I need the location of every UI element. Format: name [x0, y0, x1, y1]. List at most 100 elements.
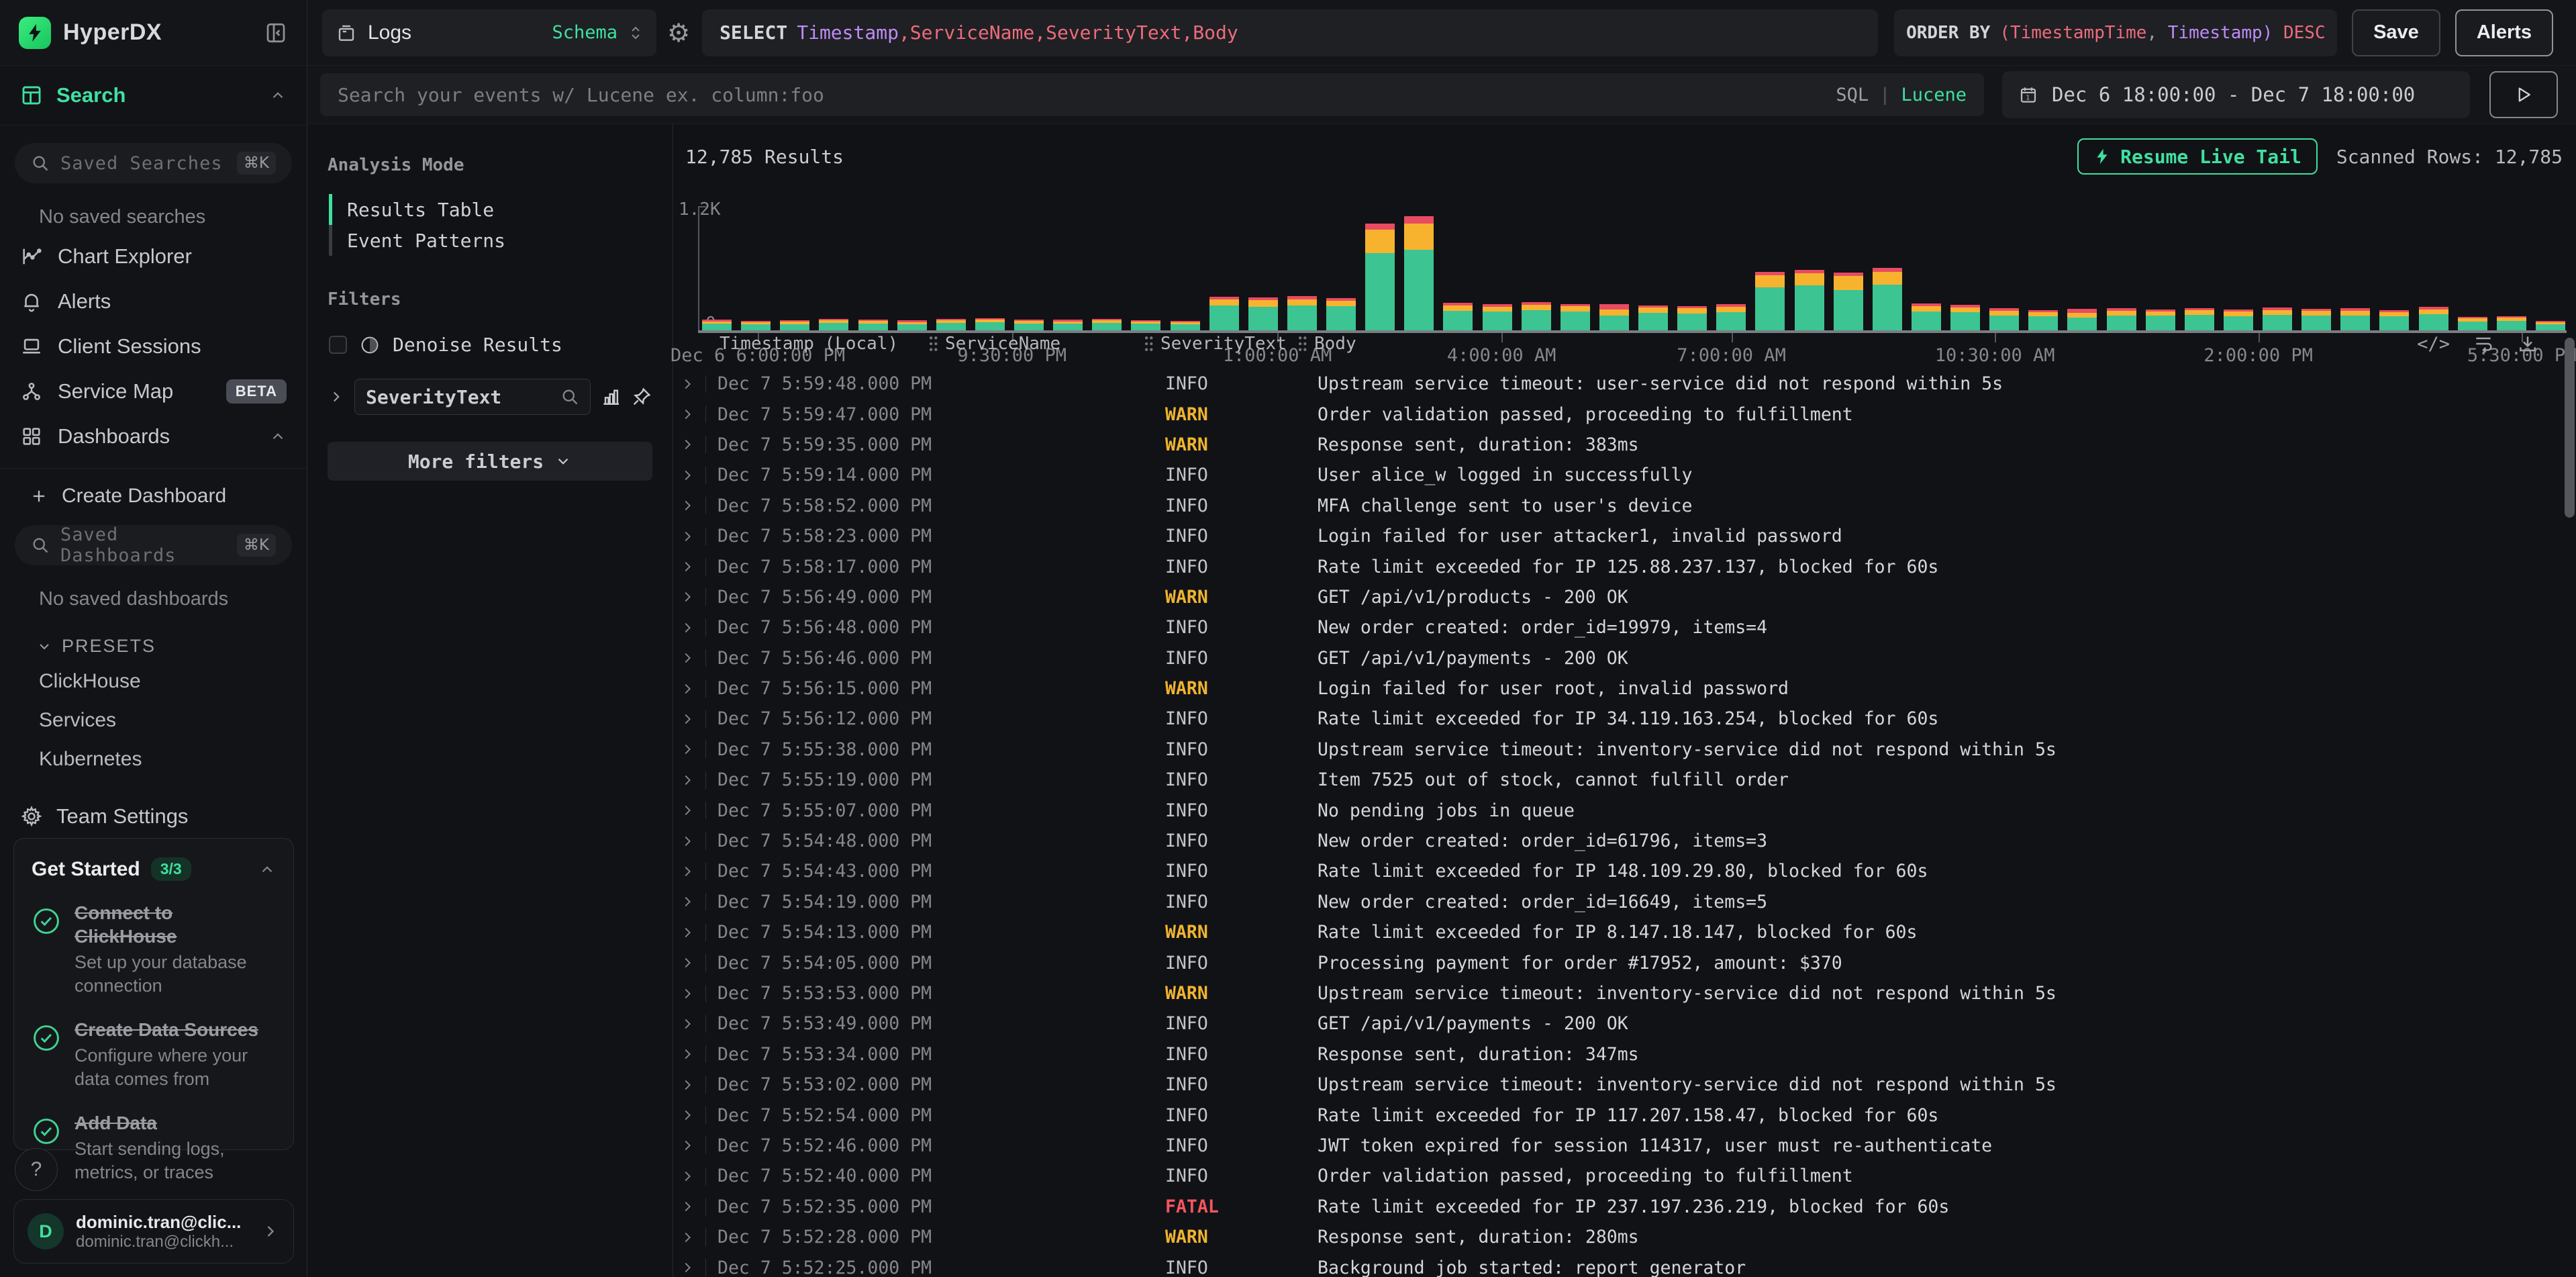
source-selector[interactable]: Logs Schema — [322, 9, 656, 56]
expand-row-icon[interactable] — [680, 377, 695, 391]
more-filters-button[interactable]: More filters — [328, 442, 652, 481]
histogram-bar[interactable] — [1365, 224, 1395, 330]
column-header-servicename[interactable]: ServiceName — [928, 334, 1143, 354]
expand-row-icon[interactable] — [680, 925, 695, 940]
table-row[interactable]: Dec 7 5:59:48.000 PMINFOUpstream service… — [673, 369, 2576, 399]
expand-row-icon[interactable] — [680, 834, 695, 849]
source-settings-gear-icon[interactable]: ⚙ — [667, 18, 690, 48]
expand-row-icon[interactable] — [680, 498, 695, 513]
expand-row-icon[interactable] — [680, 1016, 695, 1031]
expand-row-icon[interactable] — [680, 955, 695, 970]
expand-row-icon[interactable] — [680, 742, 695, 757]
expand-row-icon[interactable] — [680, 681, 695, 696]
table-row[interactable]: Dec 7 5:55:38.000 PMINFOUpstream service… — [673, 735, 2576, 765]
sidebar-item-client-sessions[interactable]: Client Sessions — [0, 324, 307, 369]
mode-results-table[interactable]: Results Table — [329, 194, 652, 225]
chevron-up-icon[interactable] — [269, 87, 287, 104]
preset-dashboard-clickhouse[interactable]: ClickHouse — [0, 657, 307, 696]
expand-row-icon[interactable] — [680, 589, 695, 604]
column-header-timestamp[interactable]: Timestamp (Local) — [717, 334, 928, 354]
sidebar-item-dashboards[interactable]: Dashboards — [0, 414, 307, 459]
histogram-bar[interactable] — [1795, 270, 1824, 330]
expand-row-icon[interactable] — [680, 1078, 695, 1092]
denoise-checkbox[interactable] — [329, 336, 347, 354]
user-menu[interactable]: D dominic.tran@clic... dominic.tran@clic… — [13, 1199, 294, 1264]
sidebar-item-service-map[interactable]: Service Map BETA — [0, 369, 307, 414]
preset-dashboard-services[interactable]: Services — [0, 696, 307, 735]
date-range-picker[interactable]: 1 Dec 6 18:00:00 - Dec 7 18:00:00 — [2002, 71, 2470, 118]
table-row[interactable]: Dec 7 5:59:35.000 PMWARNResponse sent, d… — [673, 430, 2576, 460]
event-search-input[interactable]: Search your events w/ Lucene ex. column:… — [320, 73, 1984, 116]
column-header-body[interactable]: Body — [1297, 334, 2417, 354]
table-row[interactable]: Dec 7 5:56:48.000 PMINFONew order create… — [673, 612, 2576, 643]
histogram-bar[interactable] — [1755, 272, 1785, 330]
column-header-severitytext[interactable]: SeverityText — [1143, 334, 1297, 354]
histogram-bars[interactable] — [702, 209, 2565, 330]
table-row[interactable]: Dec 7 5:53:02.000 PMINFOUpstream service… — [673, 1070, 2576, 1100]
expand-row-icon[interactable] — [680, 407, 695, 422]
table-row[interactable]: Dec 7 5:55:19.000 PMINFOItem 7525 out of… — [673, 765, 2576, 795]
sidebar-collapse-icon[interactable] — [264, 21, 288, 45]
expand-row-icon[interactable] — [680, 468, 695, 483]
saved-dashboards-input[interactable]: Saved Dashboards ⌘K — [15, 525, 292, 565]
table-row[interactable]: Dec 7 5:52:46.000 PMINFOJWT token expire… — [673, 1131, 2576, 1161]
chart-toggle-icon[interactable] — [600, 386, 622, 408]
order-by-input[interactable]: ORDER BY (TimestampTime, Timestamp) DESC — [1894, 9, 2337, 56]
expand-row-icon[interactable] — [680, 773, 695, 788]
expand-row-icon[interactable] — [680, 651, 695, 665]
expand-row-icon[interactable] — [680, 894, 695, 909]
histogram-bar[interactable] — [1404, 216, 1434, 330]
table-row[interactable]: Dec 7 5:54:48.000 PMINFONew order create… — [673, 826, 2576, 856]
pin-icon[interactable] — [631, 386, 652, 408]
expand-row-icon[interactable] — [680, 620, 695, 635]
expand-row-icon[interactable] — [680, 1108, 695, 1123]
sidebar-item-search[interactable]: Search — [0, 66, 307, 125]
run-query-button[interactable] — [2489, 71, 2558, 118]
chevron-up-icon[interactable] — [258, 861, 276, 878]
get-started-step-connect[interactable]: Connect to ClickHouse Set up your databa… — [32, 901, 276, 998]
expand-row-icon[interactable] — [680, 1169, 695, 1184]
table-row[interactable]: Dec 7 5:54:19.000 PMINFONew order create… — [673, 887, 2576, 917]
table-row[interactable]: Dec 7 5:53:53.000 PMWARNUpstream service… — [673, 978, 2576, 1008]
mode-lucene[interactable]: Lucene — [1901, 85, 1967, 105]
table-row[interactable]: Dec 7 5:53:49.000 PMINFOGET /api/v1/paym… — [673, 1008, 2576, 1039]
severity-filter-search[interactable]: SeverityText — [354, 379, 591, 415]
table-row[interactable]: Dec 7 5:52:28.000 PMWARNResponse sent, d… — [673, 1222, 2576, 1252]
create-dashboard-button[interactable]: Create Dashboard — [0, 469, 307, 508]
table-row[interactable]: Dec 7 5:54:13.000 PMWARNRate limit excee… — [673, 917, 2576, 947]
expand-row-icon[interactable] — [680, 559, 695, 574]
code-view-icon[interactable]: </> — [2417, 334, 2450, 354]
mode-event-patterns[interactable]: Event Patterns — [329, 225, 652, 256]
table-row[interactable]: Dec 7 5:52:40.000 PMINFOOrder validation… — [673, 1161, 2576, 1191]
denoise-results-toggle[interactable]: Denoise Results — [329, 334, 652, 356]
table-row[interactable]: Dec 7 5:55:07.000 PMINFONo pending jobs … — [673, 795, 2576, 825]
resume-live-tail-button[interactable]: Resume Live Tail — [2077, 138, 2318, 175]
saved-searches-input[interactable]: Saved Searches ⌘K — [15, 143, 292, 183]
expand-row-icon[interactable] — [680, 1199, 695, 1214]
get-started-step-add-data[interactable]: Add Data Start sending logs, metrics, or… — [32, 1111, 276, 1184]
table-row[interactable]: Dec 7 5:56:46.000 PMINFOGET /api/v1/paym… — [673, 643, 2576, 673]
text-wrap-icon[interactable] — [2473, 333, 2494, 354]
expand-row-icon[interactable] — [680, 986, 695, 1001]
table-row[interactable]: Dec 7 5:56:15.000 PMWARNLogin failed for… — [673, 673, 2576, 704]
save-button[interactable]: Save — [2352, 9, 2440, 56]
table-row[interactable]: Dec 7 5:52:25.000 PMINFOBackground job s… — [673, 1252, 2576, 1277]
table-row[interactable]: Dec 7 5:53:34.000 PMINFOResponse sent, d… — [673, 1039, 2576, 1070]
table-row[interactable]: Dec 7 5:58:52.000 PMINFOMFA challenge se… — [673, 491, 2576, 521]
presets-toggle[interactable]: PRESETS — [0, 616, 307, 657]
chevron-right-icon[interactable] — [328, 388, 345, 406]
preset-dashboard-kubernetes[interactable]: Kubernetes — [0, 735, 307, 773]
alerts-button[interactable]: Alerts — [2455, 9, 2553, 56]
expand-row-icon[interactable] — [680, 712, 695, 726]
expand-row-icon[interactable] — [680, 529, 695, 544]
sidebar-item-team-settings[interactable]: Team Settings — [0, 773, 307, 829]
table-row[interactable]: Dec 7 5:59:14.000 PMINFOUser alice_w log… — [673, 460, 2576, 490]
expand-row-icon[interactable] — [680, 437, 695, 452]
table-row[interactable]: Dec 7 5:56:12.000 PMINFORate limit excee… — [673, 704, 2576, 734]
table-row[interactable]: Dec 7 5:52:54.000 PMINFORate limit excee… — [673, 1100, 2576, 1130]
table-row[interactable]: Dec 7 5:54:05.000 PMINFOProcessing payme… — [673, 947, 2576, 978]
table-row[interactable]: Dec 7 5:58:17.000 PMINFORate limit excee… — [673, 551, 2576, 581]
select-query-input[interactable]: SELECT Timestamp,ServiceName,SeverityTex… — [702, 9, 1878, 56]
table-row[interactable]: Dec 7 5:52:35.000 PMFATALRate limit exce… — [673, 1192, 2576, 1222]
download-icon[interactable] — [2517, 333, 2538, 354]
